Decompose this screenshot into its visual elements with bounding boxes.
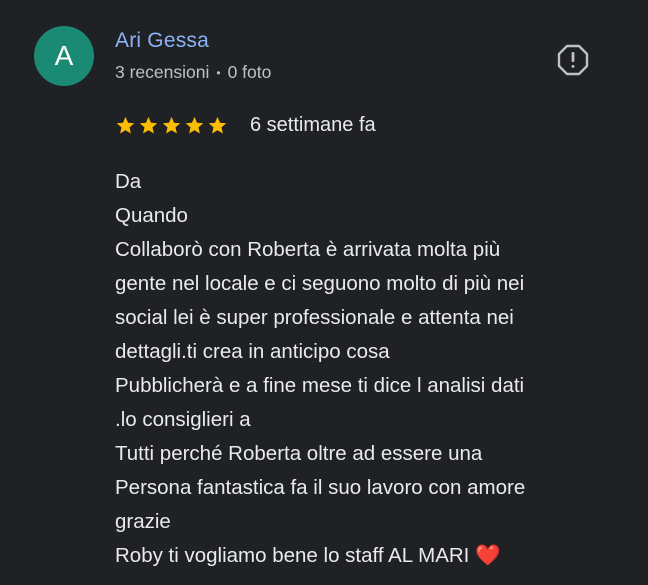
review-date: 6 settimane fa <box>250 114 376 136</box>
review-text-line: Persona fantastica fa il suo lavoro con … <box>115 476 526 499</box>
star-icon <box>116 116 135 134</box>
star-icon <box>208 116 227 134</box>
star-icon <box>139 116 158 134</box>
review-text-line: Collaborò con Roberta è arrivata molta p… <box>115 238 501 261</box>
review-card: A Ari Gessa 3 recensioni • 0 foto 6 sett… <box>0 0 648 585</box>
star-icon <box>162 116 181 134</box>
review-text-line: Roby ti vogliamo bene lo staff AL MARI ❤… <box>115 544 501 567</box>
review-text: Da Quando Collaborò con Roberta è arrivata… <box>115 165 635 573</box>
avatar-initial: A <box>54 40 74 71</box>
author-name[interactable]: Ari Gessa <box>115 29 209 53</box>
meta-separator: • <box>216 65 221 80</box>
review-text-line: gente nel locale e ci seguono molto di p… <box>115 272 525 295</box>
review-text-line: dettagli.ti crea in anticipo cosa <box>115 340 390 363</box>
review-text-line: Pubblicherà e a fine mese ti dice l anal… <box>115 374 525 397</box>
report-review-button[interactable] <box>556 43 590 77</box>
author-meta: 3 recensioni • 0 foto <box>115 62 271 83</box>
review-text-line: Da <box>115 170 142 193</box>
report-flag-icon <box>557 44 589 76</box>
review-text-line: social lei è super professionale e atten… <box>115 306 514 329</box>
rating-row: 6 settimane fa <box>115 114 376 137</box>
star-icon <box>185 116 204 134</box>
review-text-line: grazie <box>115 510 171 533</box>
review-text-line: Quando <box>115 204 188 227</box>
review-text-line: .lo consiglieri a <box>115 408 251 431</box>
reviews-count: 3 recensioni <box>115 62 210 82</box>
star-rating <box>115 115 230 136</box>
photos-count: 0 foto <box>227 62 272 82</box>
avatar[interactable]: A <box>34 26 94 86</box>
review-text-line: Tutti perché Roberta oltre ad essere una <box>115 442 483 465</box>
